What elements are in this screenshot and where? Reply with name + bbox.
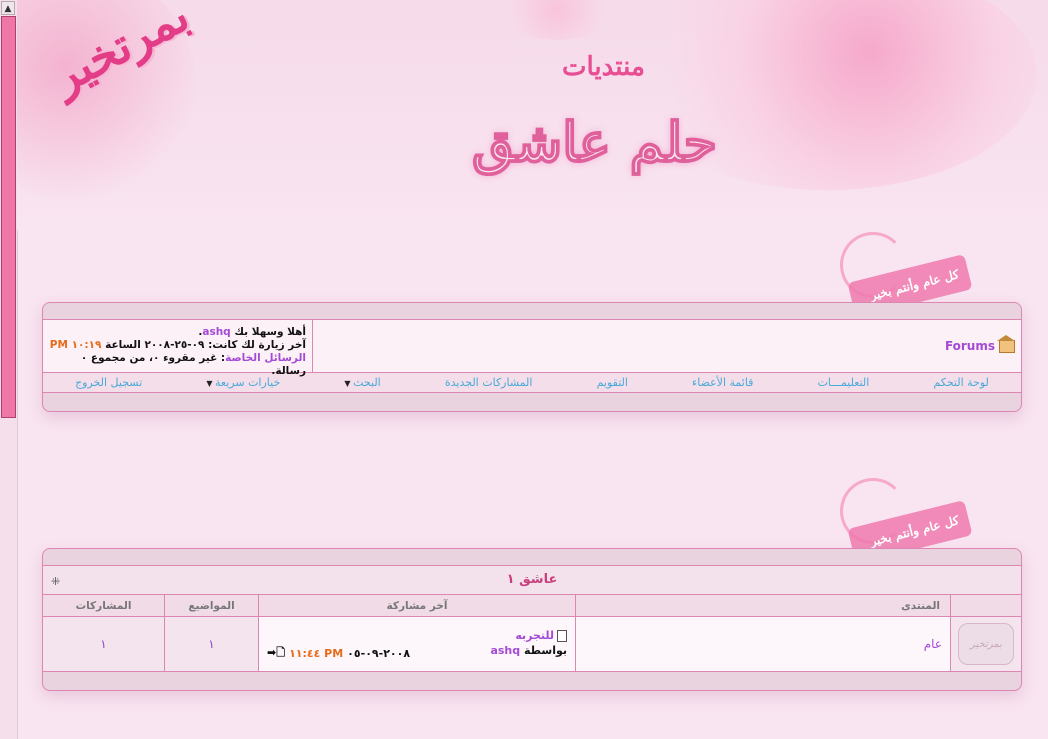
- last-post-date: ٢٠٠٨-٠٩-٠٥: [347, 647, 411, 660]
- vertical-scrollbar[interactable]: ▲: [0, 0, 18, 739]
- forums-link[interactable]: Forums: [945, 339, 995, 353]
- forum-status-icon: بمرتخير: [958, 623, 1014, 665]
- last-visit-at: الساعة: [105, 339, 141, 351]
- username-link[interactable]: ashq: [202, 326, 230, 338]
- last-post-datetime: ➡🗋 ١١:٤٤ PM ٢٠٠٨-٠٩-٠٥: [267, 644, 410, 663]
- panel-top-cap: [43, 549, 1021, 566]
- scroll-up-arrow-icon[interactable]: ▲: [1, 1, 15, 15]
- menu-search-dropdown[interactable]: البحث: [344, 376, 381, 389]
- thread-doc-icon: [557, 629, 567, 642]
- col-icon: [951, 595, 1021, 616]
- panel-bottom-cap: [43, 393, 1021, 411]
- eid-badge-2: كل عام وأنتم بخير: [830, 478, 990, 564]
- col-last-post: آخر مشاركة: [259, 595, 576, 616]
- category-title[interactable]: عاشق ١: [507, 572, 558, 587]
- last-post-author-line: بواسطة ashq: [490, 644, 567, 657]
- user-welcome-box: أهلا وسهلا بك ashq. آخر زيارة لك كانت: ٠…: [43, 320, 313, 377]
- forum-name-link[interactable]: عام: [924, 637, 942, 651]
- menu-new-posts[interactable]: المشاركات الجديدة: [445, 376, 533, 389]
- panel-top-cap: [43, 303, 1021, 320]
- menu-calendar[interactable]: التقويم: [597, 376, 628, 389]
- private-messages-link[interactable]: الرسائل الخاصة: [225, 352, 306, 364]
- forum-name-cell: عام: [576, 617, 951, 671]
- col-threads: المواضيع: [165, 595, 259, 616]
- forum-thread-count: ١: [165, 617, 259, 671]
- eid-badge: كل عام وأنتم بخير: [830, 232, 990, 318]
- forum-home-icon[interactable]: [997, 334, 1015, 353]
- last-post-title-link[interactable]: للتجربه: [515, 629, 554, 642]
- table-row: ١ ١ للتجربه بواسطة ashq ➡🗋 ١١:٤٤ PM ٢٠٠٨…: [43, 617, 1021, 672]
- last-post-time: ١١:٤٤ PM: [289, 647, 344, 660]
- site-logo-title: حلم عاشق: [471, 109, 717, 175]
- menu-faq[interactable]: التعليمـــات: [818, 376, 870, 389]
- navbar-panel: أهلا وسهلا بك ashq. آخر زيارة لك كانت: ٠…: [42, 302, 1022, 412]
- forum-list-panel: ⁜ عاشق ١ المشاركات المواضيع آخر مشاركة ا…: [42, 548, 1022, 691]
- last-visit-date: ٠٩-٢٥-٢٠٠٨: [144, 339, 205, 351]
- forum-header-banner: بمرتخير منتديات حلم عاشق: [17, 0, 1048, 230]
- last-visit-time: ١٠:١٩ PM: [49, 339, 102, 351]
- breadcrumb: Forums: [313, 320, 1021, 372]
- forum-icon-cell: بمرتخير: [951, 617, 1021, 671]
- forum-table-header: المشاركات المواضيع آخر مشاركة المنتدى: [43, 595, 1021, 617]
- forum-post-count: ١: [43, 617, 165, 671]
- col-posts: المشاركات: [43, 595, 165, 616]
- last-post-user-link[interactable]: ashq: [490, 644, 520, 657]
- last-visit-label: آخر زيارة لك كانت:: [208, 339, 306, 351]
- welcome-text: أهلا وسهلا بك: [234, 326, 306, 338]
- floral-decoration-top: [497, 0, 617, 40]
- collapse-icon[interactable]: ⁜: [51, 568, 60, 596]
- col-forum: المنتدى: [576, 595, 951, 616]
- scroll-thumb[interactable]: [1, 16, 16, 418]
- menu-user-cp[interactable]: لوحة التحكم: [933, 376, 988, 389]
- site-title-small: منتديات: [562, 52, 645, 82]
- navbar-info-row: أهلا وسهلا بك ashq. آخر زيارة لك كانت: ٠…: [43, 320, 1021, 377]
- menu-member-list[interactable]: قائمة الأعضاء: [692, 376, 753, 389]
- go-to-last-post-icon[interactable]: ➡🗋: [267, 644, 285, 663]
- menu-quick-links-dropdown[interactable]: خيارات سريعة: [206, 376, 280, 389]
- last-post-title-line: للتجربه: [515, 629, 567, 642]
- breadcrumb-forums[interactable]: Forums: [945, 334, 1015, 353]
- panel-bottom-cap: [43, 672, 1021, 690]
- category-header: ⁜ عاشق ١: [43, 566, 1021, 595]
- by-label: بواسطة: [523, 644, 567, 657]
- menu-log-out[interactable]: تسجيل الخروج: [75, 376, 142, 389]
- last-post-cell: للتجربه بواسطة ashq ➡🗋 ١١:٤٤ PM ٢٠٠٨-٠٩-…: [259, 617, 576, 671]
